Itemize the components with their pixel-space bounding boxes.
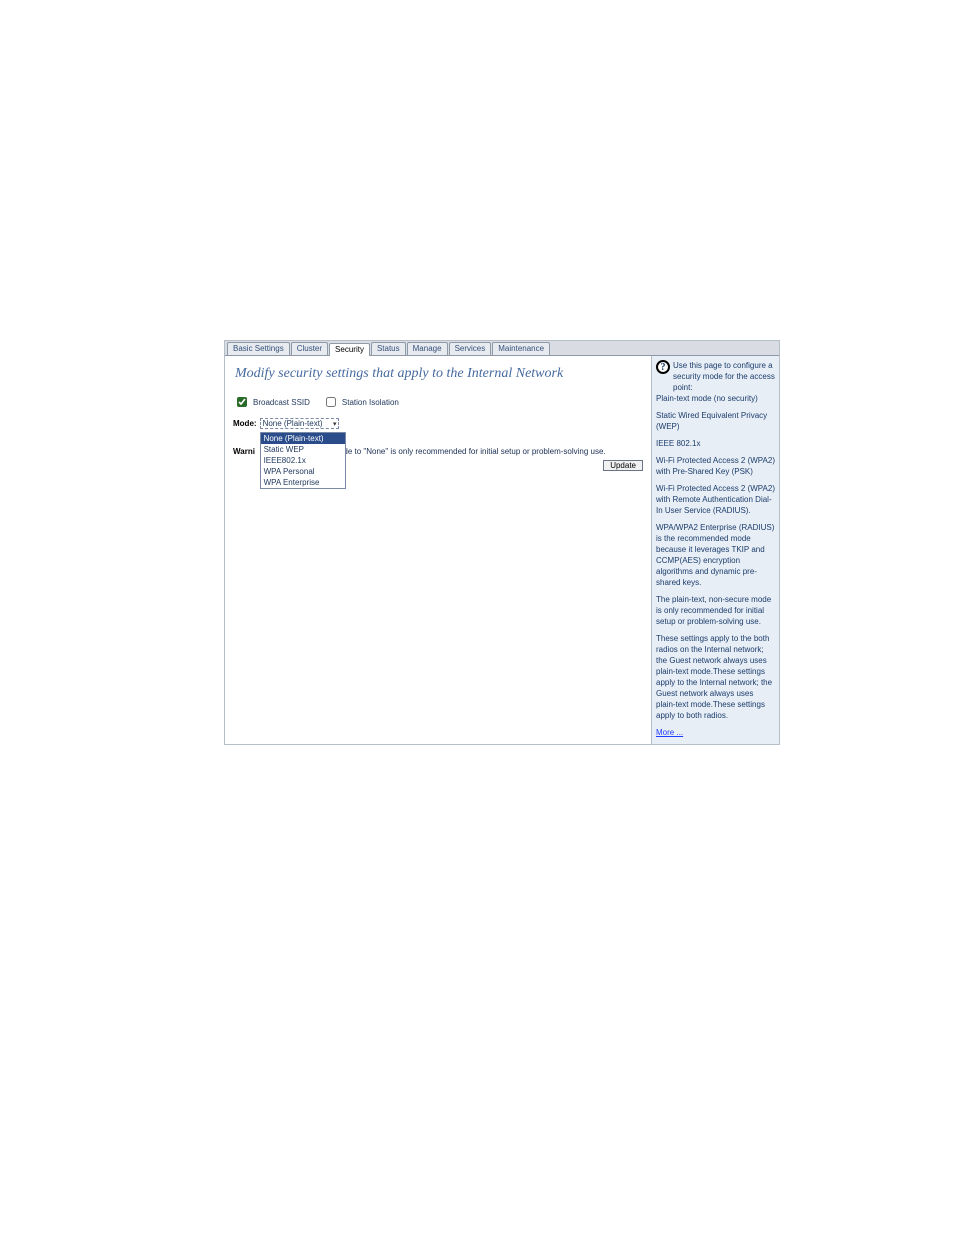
tab-strip: Basic Settings Cluster Security Status M… (225, 341, 779, 356)
tab-cluster[interactable]: Cluster (291, 342, 328, 355)
help-p7: The plain-text, non-secure mode is only … (656, 594, 775, 627)
warning-label: Warni (233, 447, 255, 456)
station-isolation-label: Station Isolation (342, 398, 399, 407)
mode-option-none[interactable]: None (Plain-text) (261, 433, 345, 444)
broadcast-ssid-label: Broadcast SSID (253, 398, 310, 407)
mode-option-static-wep[interactable]: Static WEP (261, 444, 345, 455)
main-content: Modify security settings that apply to t… (225, 356, 651, 744)
update-button[interactable]: Update (603, 460, 643, 471)
chevron-down-icon: ▾ (333, 420, 337, 428)
mode-option-8021x[interactable]: IEEE802.1x (261, 455, 345, 466)
mode-dropdown-list[interactable]: None (Plain-text) Static WEP IEEE802.1x … (260, 432, 346, 489)
tab-manage[interactable]: Manage (407, 342, 448, 355)
tab-basic-settings[interactable]: Basic Settings (227, 342, 290, 355)
help-sidebar: ? Use this page to configure a security … (651, 356, 779, 744)
help-more-link[interactable]: More ... (656, 728, 683, 737)
mode-select[interactable]: None (Plain-text) (260, 418, 339, 429)
mode-label: Mode: (233, 419, 257, 428)
help-p3: IEEE 802.1x (656, 438, 775, 449)
help-p5: Wi-Fi Protected Access 2 (WPA2) with Rem… (656, 483, 775, 516)
help-p2: Static Wired Equivalent Privacy (WEP) (656, 410, 775, 432)
help-p8: These settings apply to the both radios … (656, 633, 775, 721)
tab-status[interactable]: Status (371, 342, 406, 355)
help-p4: Wi-Fi Protected Access 2 (WPA2) with Pre… (656, 455, 775, 477)
page-title: Modify security settings that apply to t… (233, 362, 643, 390)
mode-option-wpa-personal[interactable]: WPA Personal (261, 466, 345, 477)
broadcast-ssid-checkbox[interactable] (233, 394, 250, 410)
help-intro: Use this page to configure a security mo… (673, 360, 775, 393)
security-settings-panel: Basic Settings Cluster Security Status M… (224, 340, 780, 745)
mode-option-wpa-enterprise[interactable]: WPA Enterprise (261, 477, 345, 488)
tab-security[interactable]: Security (329, 343, 370, 356)
tab-maintenance[interactable]: Maintenance (492, 342, 550, 355)
help-p6: WPA/WPA2 Enterprise (RADIUS) is the reco… (656, 522, 775, 588)
tab-services[interactable]: Services (449, 342, 492, 355)
station-isolation-checkbox[interactable] (322, 394, 339, 410)
warning-text: ode to "None" is only recommended for in… (339, 447, 606, 456)
help-p1: Plain-text mode (no security) (656, 393, 775, 404)
help-icon: ? (656, 360, 670, 374)
